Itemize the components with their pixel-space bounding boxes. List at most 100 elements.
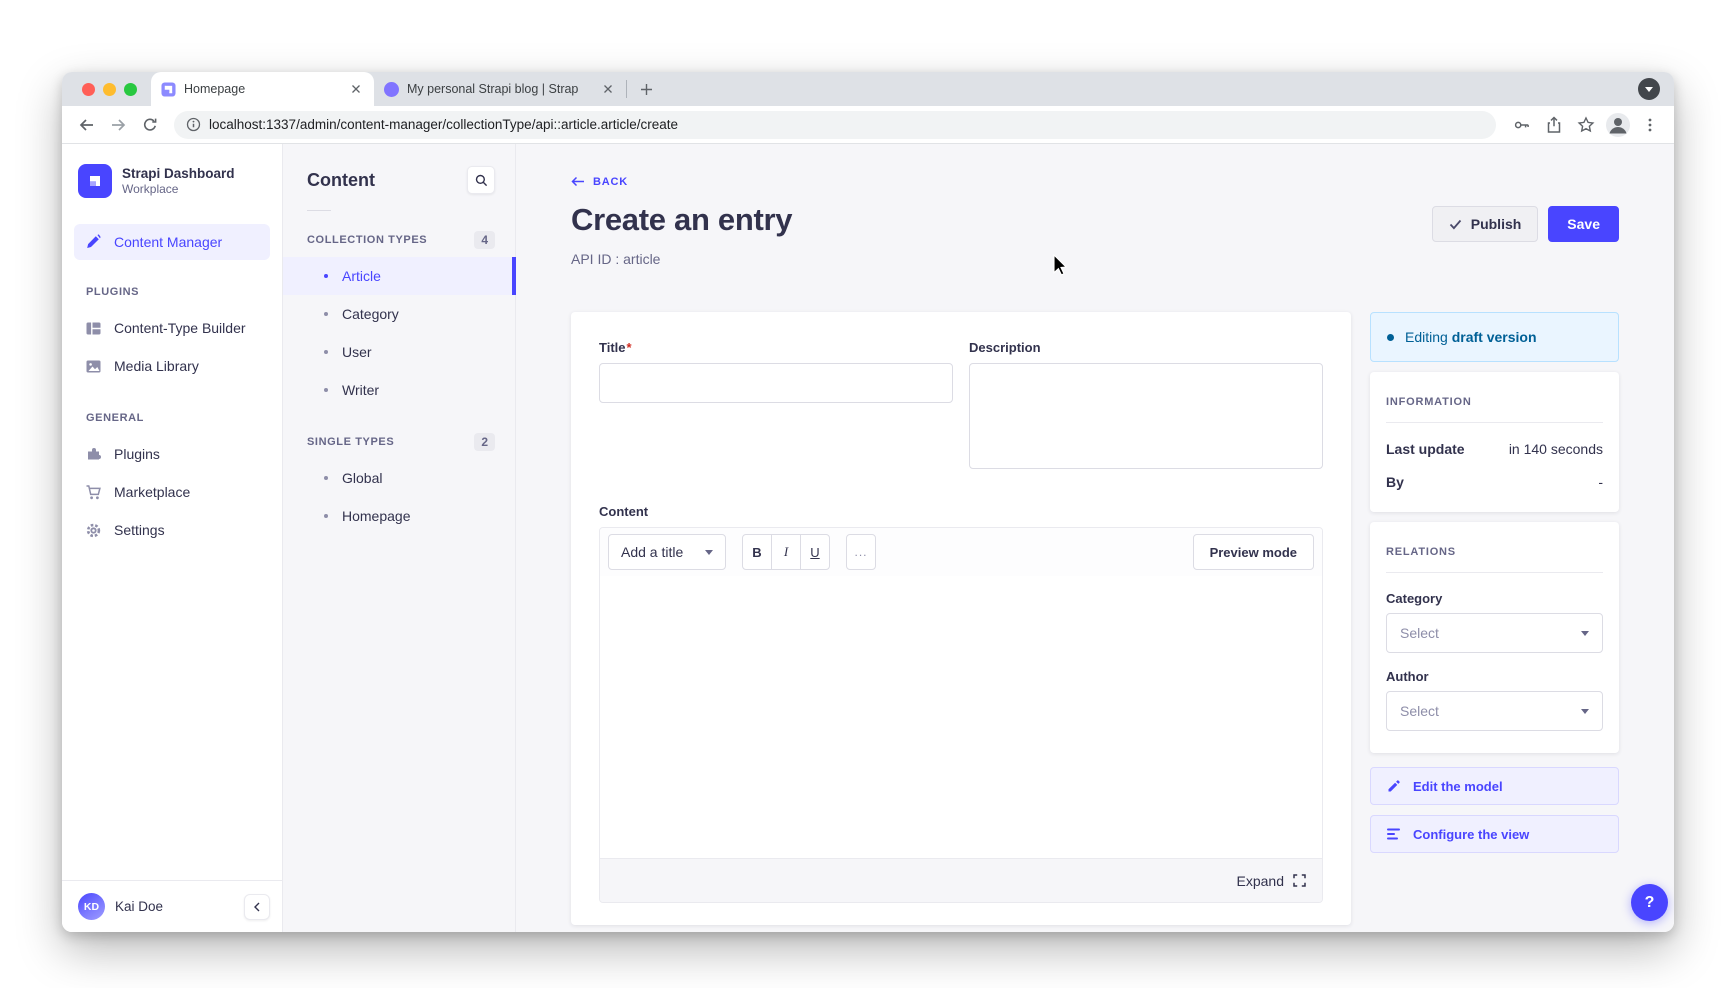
new-tab-button[interactable]	[633, 76, 659, 102]
sidebar-section-general: GENERAL	[62, 386, 282, 434]
share-icon[interactable]	[1540, 111, 1568, 139]
edit-model-button[interactable]: Edit the model	[1370, 767, 1619, 805]
gear-icon	[84, 521, 102, 539]
collapse-sidebar-button[interactable]	[244, 894, 270, 920]
search-icon[interactable]	[467, 166, 495, 194]
sidebar-item-settings[interactable]: Settings	[74, 512, 270, 548]
title-field: Title*	[599, 340, 953, 474]
subnav-item-article[interactable]: Article	[283, 257, 515, 295]
group-label: SINGLE TYPES	[307, 436, 394, 448]
tab-title: Homepage	[184, 82, 340, 96]
divider	[307, 210, 331, 211]
sidebar-item-content-manager[interactable]: Content Manager	[74, 224, 270, 260]
sidebar-item-plugins[interactable]: Plugins	[74, 436, 270, 472]
info-row-last-update: Last update in 140 seconds	[1386, 441, 1603, 457]
sidebar-item-label: Content Manager	[114, 234, 222, 250]
subnav-item-label: Global	[342, 470, 382, 486]
italic-button[interactable]: I	[771, 534, 801, 570]
info-icon[interactable]	[186, 117, 201, 132]
pencil-icon	[1387, 779, 1401, 793]
collection-types-group: COLLECTION TYPES 4 Article Category User	[283, 231, 515, 409]
info-row-by: By -	[1386, 474, 1603, 490]
information-card: INFORMATION Last update in 140 seconds B…	[1370, 372, 1619, 512]
sidebar-item-marketplace[interactable]: Marketplace	[74, 474, 270, 510]
avatar[interactable]: KD	[78, 893, 105, 920]
tab-strip: Homepage My personal Strapi blog | Strap	[62, 72, 1674, 106]
help-button[interactable]: ?	[1631, 884, 1668, 921]
subnav-item-writer[interactable]: Writer	[283, 371, 515, 409]
puzzle-icon	[84, 445, 102, 463]
tab-strapi-blog[interactable]: My personal Strapi blog | Strap	[374, 72, 626, 106]
bullet-icon	[324, 476, 328, 480]
description-textarea[interactable]	[969, 363, 1323, 469]
editor-body[interactable]	[600, 576, 1322, 858]
subnav-item-label: User	[342, 344, 372, 360]
back-link[interactable]: BACK	[571, 176, 628, 188]
purple-dot-icon	[384, 82, 399, 97]
sidebar-item-label: Content-Type Builder	[114, 320, 246, 336]
content-subnav: Content COLLECTION TYPES 4 Article	[283, 144, 516, 932]
menu-dots-icon[interactable]	[1636, 111, 1664, 139]
check-icon	[1449, 219, 1462, 230]
strapi-logo-icon	[78, 164, 112, 198]
category-relation-field: Category Select	[1386, 591, 1603, 653]
configure-view-button[interactable]: Configure the view	[1370, 815, 1619, 853]
required-mark: *	[627, 340, 632, 355]
workspace-name: Workplace	[122, 182, 235, 196]
subnav-title: Content	[307, 170, 375, 191]
strapi-logo-icon	[161, 82, 176, 97]
forward-icon[interactable]	[104, 111, 132, 139]
browser-window: Homepage My personal Strapi blog | Strap	[62, 72, 1674, 932]
description-label: Description	[969, 340, 1323, 355]
expand-button[interactable]: Expand	[1237, 873, 1306, 889]
zoom-window-button[interactable]	[124, 83, 137, 96]
title-input[interactable]	[599, 363, 953, 403]
layout-icon	[84, 319, 102, 337]
close-tab-icon[interactable]	[348, 81, 364, 97]
sidebar-item-media-library[interactable]: Media Library	[74, 348, 270, 384]
star-icon[interactable]	[1572, 111, 1600, 139]
format-button-group: B I U	[742, 534, 830, 570]
chevron-down-icon	[705, 550, 713, 555]
editor-toolbar: Add a title B I U ... Prev	[600, 528, 1322, 576]
content-label: Content	[599, 504, 1323, 519]
close-window-button[interactable]	[82, 83, 95, 96]
main-content: BACK Create an entry Publish Save API	[516, 144, 1674, 932]
information-title: INFORMATION	[1386, 388, 1603, 408]
side-panel: Editing draft version INFORMATION Last u…	[1370, 312, 1619, 853]
key-icon[interactable]	[1508, 111, 1536, 139]
underline-button[interactable]: U	[800, 534, 830, 570]
close-tab-icon[interactable]	[600, 81, 616, 97]
publish-button[interactable]: Publish	[1432, 206, 1539, 242]
sidebar-item-label: Media Library	[114, 358, 199, 374]
richtext-editor: Add a title B I U ... Prev	[599, 527, 1323, 903]
author-select[interactable]: Select	[1386, 691, 1603, 731]
bold-button[interactable]: B	[742, 534, 772, 570]
minimize-window-button[interactable]	[103, 83, 116, 96]
category-select[interactable]: Select	[1386, 613, 1603, 653]
subnav-item-user[interactable]: User	[283, 333, 515, 371]
subnav-item-label: Writer	[342, 382, 379, 398]
save-button[interactable]: Save	[1548, 206, 1619, 242]
more-options-button[interactable]: ...	[846, 534, 876, 570]
count-badge: 2	[474, 433, 495, 451]
url-bar[interactable]: localhost:1337/admin/content-manager/col…	[174, 111, 1496, 139]
profile-icon[interactable]	[1604, 111, 1632, 139]
preview-mode-button[interactable]: Preview mode	[1193, 534, 1314, 570]
reload-icon[interactable]	[136, 111, 164, 139]
subnav-item-global[interactable]: Global	[283, 459, 515, 497]
api-id-subtitle: API ID : article	[571, 251, 1619, 267]
subnav-item-label: Category	[342, 306, 399, 322]
workspace-brand[interactable]: Strapi Dashboard Workplace	[62, 144, 282, 214]
sidebar-item-content-type-builder[interactable]: Content-Type Builder	[74, 310, 270, 346]
pen-icon	[84, 233, 102, 251]
subnav-item-homepage[interactable]: Homepage	[283, 497, 515, 535]
browser-toolbar: localhost:1337/admin/content-manager/col…	[62, 106, 1674, 144]
arrow-left-icon	[571, 176, 585, 187]
subnav-item-category[interactable]: Category	[283, 295, 515, 333]
heading-select[interactable]: Add a title	[608, 534, 726, 570]
tab-homepage[interactable]: Homepage	[151, 72, 374, 106]
tab-search-icon[interactable]	[1638, 78, 1660, 100]
back-icon[interactable]	[72, 111, 100, 139]
url-text: localhost:1337/admin/content-manager/col…	[209, 117, 678, 132]
